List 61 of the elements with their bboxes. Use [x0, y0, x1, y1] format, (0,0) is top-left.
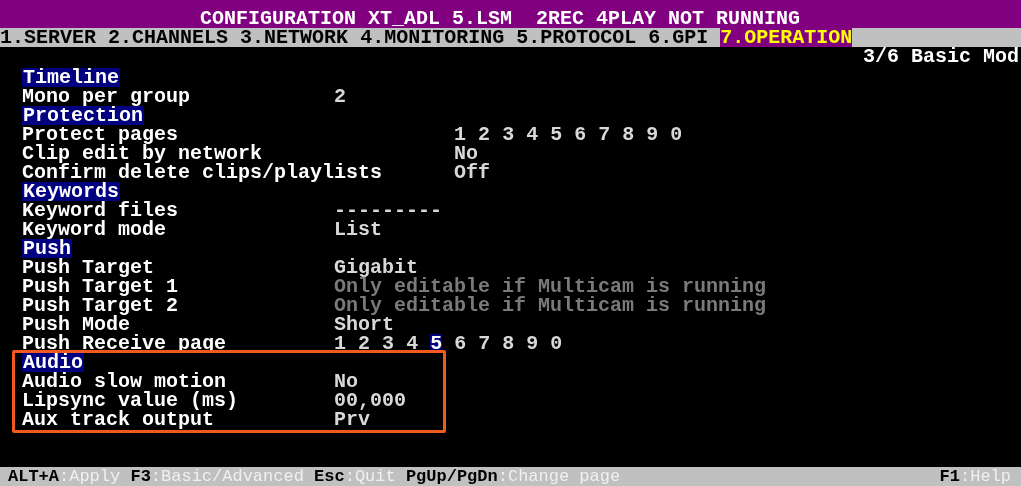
- page-number[interactable]: 2: [478, 125, 491, 144]
- section-heading: Audio: [22, 353, 84, 372]
- page-number[interactable]: 9: [526, 334, 539, 353]
- tab[interactable]: 3.NETWORK: [240, 28, 349, 47]
- page-number[interactable]: 4: [526, 125, 539, 144]
- page-number[interactable]: 1: [334, 334, 347, 353]
- tab[interactable]: 2.CHANNELS: [108, 28, 229, 47]
- page-number[interactable]: 4: [406, 334, 419, 353]
- page-number[interactable]: 0: [670, 125, 683, 144]
- setting-label: Keyword files: [22, 201, 180, 220]
- setting-label: Protect pages: [22, 125, 179, 144]
- setting-value[interactable]: No: [334, 372, 359, 391]
- setting-label: Push Mode: [22, 315, 131, 334]
- setting-label: Confirm delete clips/playlists: [22, 163, 384, 182]
- page-number[interactable]: 3: [382, 334, 395, 353]
- tab[interactable]: 1.SERVER: [0, 28, 96, 47]
- setting-label: Keyword mode: [22, 220, 168, 239]
- tab[interactable]: 4.MONITORING: [360, 28, 505, 47]
- window-title: CONFIGURATION XT_ADL 5.LSM 2REC 4PLAY NOT RUNNING: [200, 9, 801, 28]
- tab[interactable]: 5.PROTOCOL: [516, 28, 637, 47]
- page-number[interactable]: 1: [454, 125, 467, 144]
- page-indicator: 3/6 Basic Mod: [862, 47, 1020, 66]
- setting-value[interactable]: Off: [454, 163, 491, 182]
- setting-label: Clip edit by network: [22, 144, 263, 163]
- tab[interactable]: 7.OPERATION: [720, 28, 853, 47]
- setting-value[interactable]: ---------: [334, 201, 443, 220]
- shortcut-key: F1: [939, 467, 960, 486]
- page-number[interactable]: 2: [358, 334, 371, 353]
- page-number[interactable]: 6: [454, 334, 467, 353]
- page-number[interactable]: 8: [622, 125, 635, 144]
- tab[interactable]: 6.GPI: [648, 28, 709, 47]
- page-number[interactable]: 7: [478, 334, 491, 353]
- page-number[interactable]: 8: [502, 334, 515, 353]
- setting-label: Push Target 1: [22, 277, 180, 296]
- setting-value[interactable]: Gigabit: [334, 258, 419, 277]
- page-number[interactable]: 5: [550, 125, 563, 144]
- section-heading: Protection: [22, 106, 145, 125]
- section-heading: Push: [22, 239, 72, 258]
- shortcut-key: PgUp/PgDn: [405, 467, 498, 486]
- setting-label: Lipsync value (ms): [22, 391, 240, 410]
- section-heading: Keywords: [22, 182, 120, 201]
- shortcut-key: Esc: [314, 467, 345, 486]
- page-number[interactable]: 6: [574, 125, 587, 144]
- setting-value[interactable]: Short: [334, 315, 395, 334]
- section-heading: Timeline: [22, 68, 120, 87]
- setting-value[interactable]: List: [334, 220, 383, 239]
- page-number[interactable]: 0: [550, 334, 563, 353]
- setting-label: Audio slow motion: [22, 372, 227, 391]
- setting-label: Mono per group: [22, 87, 192, 106]
- shortcut-key: ALT+A: [8, 467, 59, 486]
- page-number[interactable]: 7: [598, 125, 611, 144]
- setting-label: Push Target 2: [22, 296, 180, 315]
- setting-value[interactable]: 2: [334, 87, 347, 106]
- setting-label: Push Target: [22, 258, 156, 277]
- setting-value[interactable]: Prv: [334, 410, 371, 429]
- page-number[interactable]: 9: [646, 125, 659, 144]
- setting-value[interactable]: 00,000: [334, 391, 407, 410]
- setting-value[interactable]: No: [454, 144, 479, 163]
- setting-label: Aux track output: [22, 410, 215, 429]
- page-number[interactable]: 3: [502, 125, 515, 144]
- shortcut-key: F3: [130, 467, 151, 486]
